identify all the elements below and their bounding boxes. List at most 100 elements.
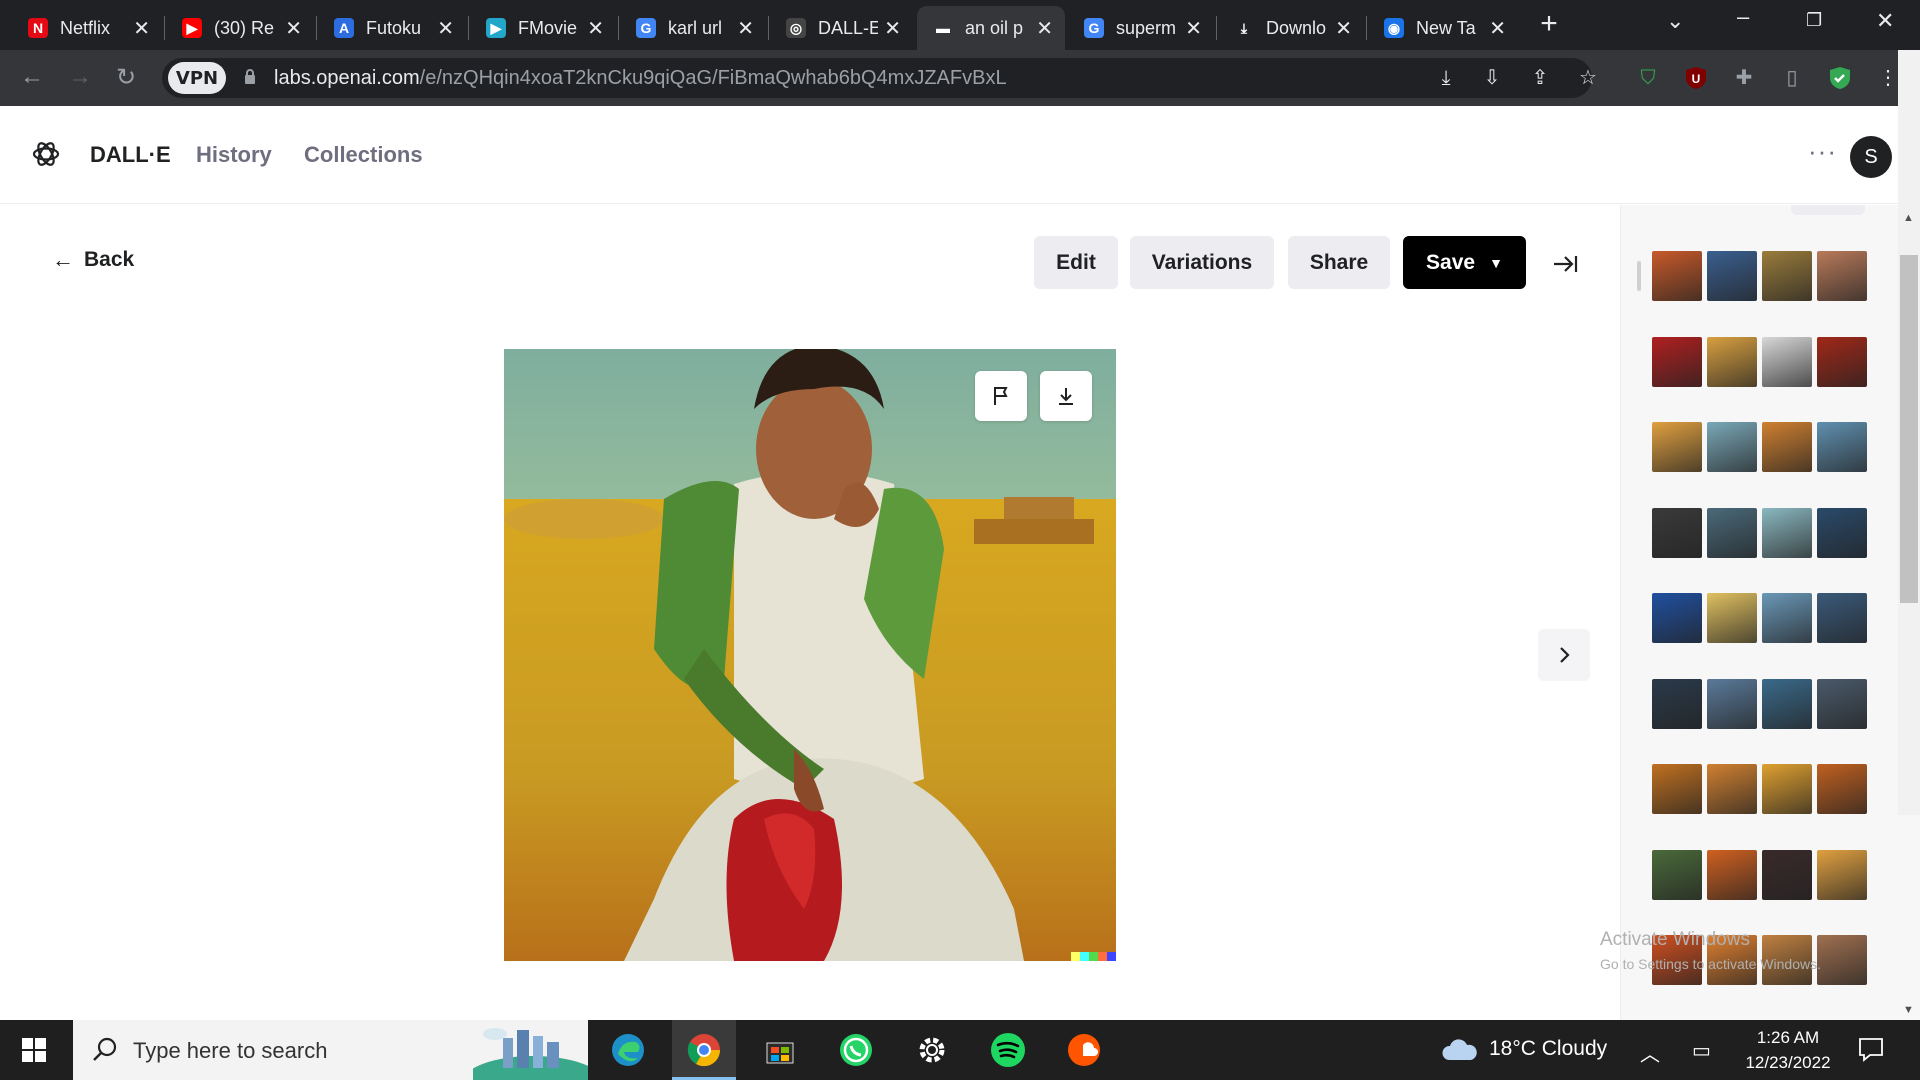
browser-tab[interactable]: ⤓ Downlo ✕ [1218,6,1364,50]
browser-tab[interactable]: ▶ FMovie ✕ [470,6,616,50]
new-tab-button[interactable]: + [1531,9,1567,40]
variations-button[interactable]: Variations [1130,236,1274,289]
ublock-icon[interactable]: U [1684,66,1708,90]
taskbar-whatsapp[interactable] [834,1028,878,1072]
history-thumbnail[interactable] [1707,422,1757,472]
lock-icon[interactable] [244,68,256,84]
history-thumbnail[interactable] [1762,336,1812,387]
history-thumbnail[interactable] [1817,593,1867,643]
close-tab-icon[interactable]: ✕ [884,16,901,41]
address-bar[interactable]: VPN labs.openai.com/e/nzQHqin4xoaT2knCku… [162,58,1597,98]
minimize-icon[interactable]: – [1737,4,1749,30]
history-thumbnail[interactable] [1652,507,1702,558]
scroll-down-icon[interactable]: ▼ [1903,1004,1914,1016]
close-tab-icon[interactable]: ✕ [285,16,302,41]
history-thumbnail[interactable] [1652,593,1702,643]
side-panel-icon[interactable]: ▯ [1780,66,1804,90]
bookmark-star-icon[interactable]: ☆ [1576,66,1600,90]
extensions-puzzle-icon[interactable]: ✚ [1732,66,1756,90]
browser-tab[interactable]: A Futoku ✕ [318,6,466,50]
close-tab-icon[interactable]: ✕ [1335,16,1352,41]
forward-nav-icon[interactable]: → [68,63,92,91]
report-flag-button[interactable] [975,371,1027,421]
brand-name[interactable]: DALL·E [90,142,171,168]
history-thumbnail[interactable] [1817,251,1867,301]
back-nav-icon[interactable]: ← [20,63,44,91]
history-thumbnail[interactable] [1817,507,1867,558]
history-thumbnail[interactable] [1652,422,1702,472]
page-scrollbar-thumb[interactable] [1900,255,1918,603]
url-text[interactable]: labs.openai.com/e/nzQHqin4xoaT2knCku9qiQ… [274,67,1007,90]
history-thumbnail[interactable] [1817,422,1867,472]
taskbar-soundcloud[interactable] [1062,1028,1106,1072]
history-thumbnail[interactable] [1652,849,1702,900]
history-thumbnail[interactable] [1817,935,1867,985]
scroll-up-icon[interactable]: ▲ [1903,212,1914,224]
close-window-icon[interactable]: ✕ [1876,8,1894,34]
save-button[interactable]: Save ▼ [1403,236,1526,289]
history-thumbnail[interactable] [1652,764,1702,814]
browser-tab[interactable]: N Netflix ✕ [12,6,162,50]
browser-menu-icon[interactable]: ⋮ [1876,66,1900,90]
history-thumbnail[interactable] [1817,764,1867,814]
share-page-icon[interactable]: ⇪ [1528,66,1552,90]
taskbar-spotify[interactable] [986,1028,1030,1072]
vpn-icon[interactable]: VPN [168,62,226,94]
restore-icon[interactable]: ❐ [1806,10,1822,31]
close-tab-icon[interactable]: ✕ [1036,16,1053,41]
tab-search-icon[interactable]: ⌄ [1666,8,1684,34]
taskbar-settings[interactable] [910,1028,954,1072]
taskbar-edge[interactable] [606,1028,650,1072]
reload-icon[interactable]: ↻ [116,63,136,92]
browser-tab[interactable]: ◉ New Ta ✕ [1368,6,1518,50]
nav-collections[interactable]: Collections [304,142,423,168]
nav-history[interactable]: History [196,142,272,168]
vpn-extension-icon[interactable]: ⛉ [1636,66,1660,90]
history-thumbnail[interactable] [1817,678,1867,729]
close-tab-icon[interactable]: ✕ [437,16,454,41]
history-thumbnail[interactable] [1762,678,1812,729]
windows-start-icon[interactable] [22,1038,46,1062]
history-thumbnail[interactable] [1707,764,1757,814]
browser-tab[interactable]: ▶ (30) Re ✕ [166,6,314,50]
browser-tab[interactable]: Gkarl url ✕ [620,6,766,50]
edit-button[interactable]: Edit [1034,236,1118,289]
history-thumbnail[interactable] [1762,593,1812,643]
blocked-download-icon[interactable]: ⤓ [1434,66,1458,90]
browser-tab[interactable]: ▬ an oil p ✕ [917,6,1065,50]
generated-artwork[interactable] [504,349,1116,961]
history-thumbnail[interactable] [1652,678,1702,729]
history-thumbnail[interactable] [1762,764,1812,814]
taskbar-chrome[interactable] [672,1020,736,1080]
history-thumbnail[interactable] [1707,251,1757,301]
history-thumbnail[interactable] [1762,422,1812,472]
taskbar-store[interactable] [758,1028,802,1072]
more-options-icon[interactable]: ··· [1808,136,1837,167]
download-image-button[interactable] [1040,371,1092,421]
user-avatar[interactable]: S [1850,136,1892,178]
history-thumbnail[interactable] [1652,336,1702,387]
profile-shield-icon[interactable] [1828,66,1852,90]
network-icon[interactable]: ▭ [1692,1038,1711,1063]
close-tab-icon[interactable]: ✕ [1489,16,1506,41]
back-button[interactable]: ← Back [52,247,134,273]
history-thumbnail[interactable] [1762,849,1812,900]
history-thumbnail[interactable] [1817,849,1867,900]
close-tab-icon[interactable]: ✕ [1185,16,1202,41]
system-clock[interactable]: 1:26 AM 12/23/2022 [1736,1025,1840,1075]
share-button[interactable]: Share [1288,236,1390,289]
weather-widget[interactable]: 18°C Cloudy [1441,1036,1607,1062]
openai-logo-icon[interactable] [30,138,62,170]
close-tab-icon[interactable]: ✕ [737,16,754,41]
history-thumbnail[interactable] [1652,251,1702,301]
install-app-icon[interactable]: ⇩ [1480,66,1504,90]
taskbar-search[interactable]: Type here to search [73,1020,588,1080]
next-image-button[interactable] [1538,629,1590,681]
history-thumbnail[interactable] [1817,336,1867,387]
history-thumbnail[interactable] [1707,507,1757,558]
history-thumbnail[interactable] [1707,678,1757,729]
collapse-sidebar-icon[interactable] [1550,249,1580,279]
close-tab-icon[interactable]: ✕ [587,16,604,41]
history-thumbnail[interactable] [1762,507,1812,558]
history-thumbnail[interactable] [1707,849,1757,900]
